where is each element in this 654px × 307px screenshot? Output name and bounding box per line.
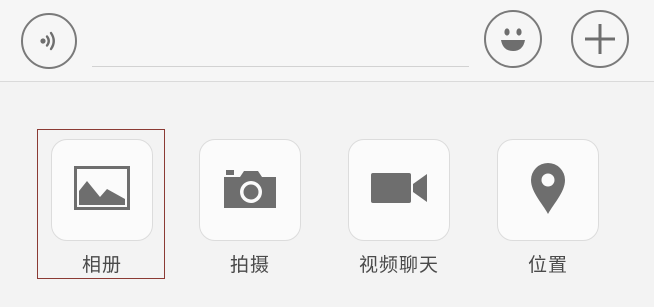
emoji-button[interactable] [484,10,542,68]
extension-panel: 相册 拍摄 视频聊天 位置 [0,82,654,307]
location-label: 位置 [527,254,568,276]
camera-tool[interactable]: 拍摄 [199,139,303,289]
camera-icon [223,167,277,213]
message-input[interactable] [92,40,469,67]
plus-icon [582,21,618,57]
camera-label: 拍摄 [229,254,270,276]
voice-input-button[interactable] [21,13,77,69]
chat-input-bar [0,0,654,82]
voice-wave-icon [36,28,62,54]
album-label: 相册 [81,254,122,276]
album-tool[interactable]: 相册 [51,139,155,289]
video-camera-icon [370,169,428,211]
smiley-face-icon [492,18,534,60]
video-chat-tile[interactable] [348,139,450,241]
more-options-button[interactable] [571,10,629,68]
location-tool[interactable]: 位置 [497,139,601,289]
photo-album-icon [74,166,130,214]
location-pin-icon [529,161,567,219]
video-chat-tool[interactable]: 视频聊天 [348,139,452,289]
camera-tile[interactable] [199,139,301,241]
video-chat-label: 视频聊天 [358,254,439,276]
location-tile[interactable] [497,139,599,241]
album-tile[interactable] [51,139,153,241]
